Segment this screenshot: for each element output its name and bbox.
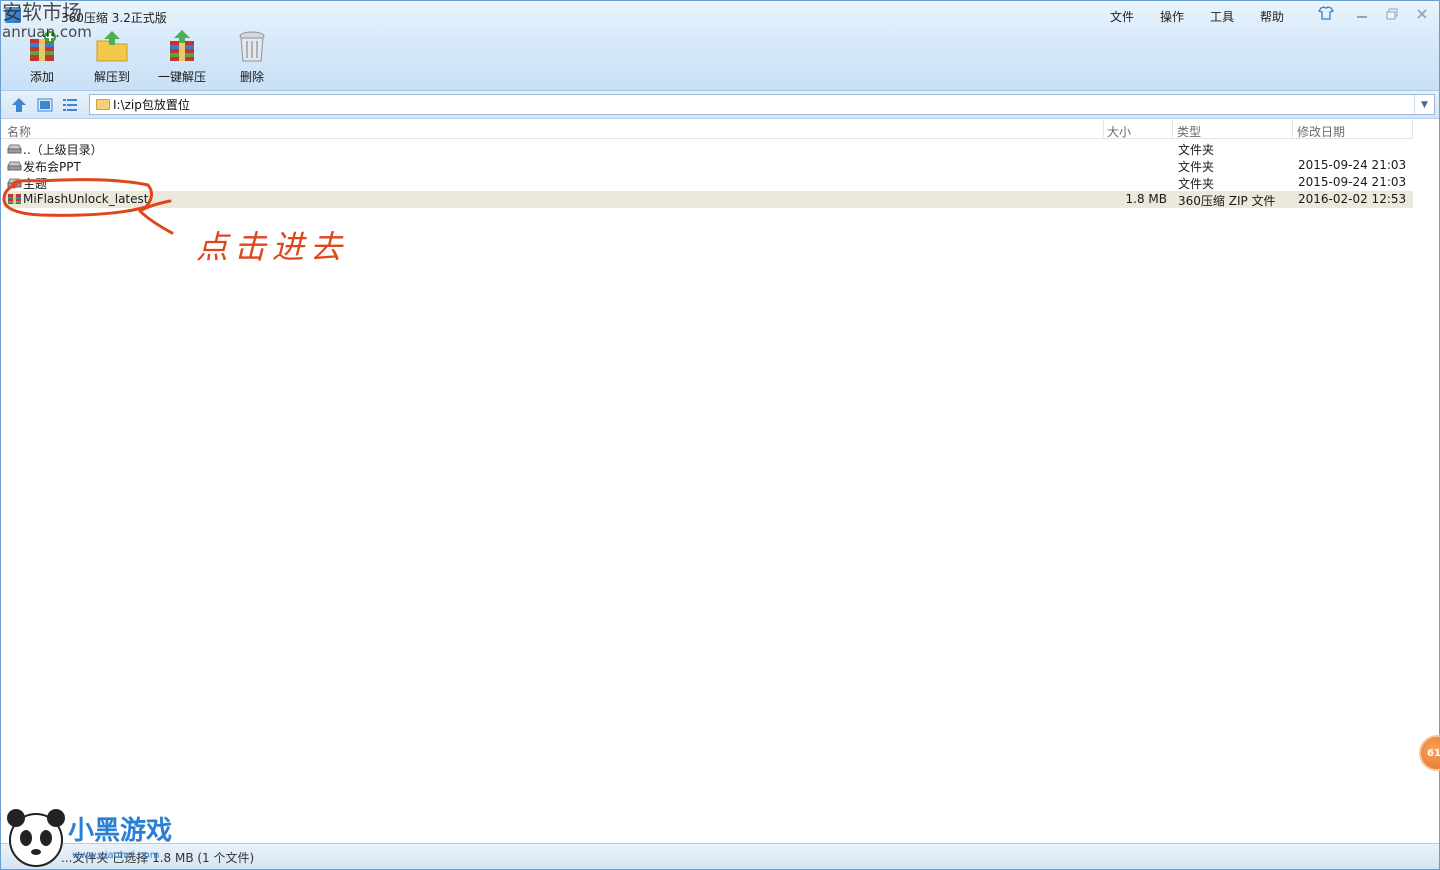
watermark-bottom-logo: 小黑游戏 www.xiaohei.com	[2, 800, 202, 870]
file-name: 发布会PPT	[23, 160, 81, 174]
annotation-circle-arrow	[2, 178, 174, 235]
delete-label: 删除	[239, 70, 264, 84]
chevron-down-icon[interactable]: ▼	[1414, 95, 1434, 114]
list-item-folder[interactable]: 发布会PPT 文件夹 2015-09-24 21:03	[3, 157, 1413, 174]
panda-logo-icon	[7, 809, 65, 867]
minimize-icon[interactable]	[1349, 5, 1375, 23]
menu-tools[interactable]: 工具	[1197, 7, 1247, 26]
address-bar[interactable]: I:\zip包放置位 ▼	[89, 94, 1435, 115]
menu-operate[interactable]: 操作	[1147, 7, 1197, 26]
list-item-zip-file[interactable]: MiFlashUnlock_latest 1.8 MB 360压缩 ZIP 文件…	[3, 191, 1413, 208]
extract-folder-icon	[96, 31, 128, 62]
watermark-bottom-text: 小黑游戏	[68, 816, 173, 846]
view-list-icon[interactable]	[60, 95, 80, 115]
oneclick-extract-icon	[170, 30, 194, 61]
up-arrow-icon[interactable]	[9, 95, 29, 115]
column-header-type[interactable]: 类型	[1177, 123, 1201, 140]
menu-bar: 文件 操作 工具 帮助	[1097, 7, 1297, 26]
close-icon[interactable]	[1409, 5, 1435, 23]
list-item-parent-directory[interactable]: ..（上级目录） 文件夹	[3, 140, 1413, 157]
trash-bin-icon	[239, 31, 265, 62]
restore-icon[interactable]	[1379, 5, 1405, 23]
title-bar: 360压缩 3.2正式版 文件 操作 工具 帮助 添加 解压到 一键解压 删除	[1, 1, 1439, 91]
column-header-name[interactable]: 名称	[7, 123, 31, 140]
extract-to-label: 解压到	[93, 70, 130, 84]
watermark-top-line2: anruan.com	[2, 23, 92, 41]
file-size: 1.8 MB	[1125, 192, 1167, 206]
column-header-date[interactable]: 修改日期	[1297, 123, 1345, 140]
floating-badge[interactable]: 61	[1419, 735, 1440, 771]
status-bar: ...文件夹 已选择 1.8 MB (1 个文件)	[1, 843, 1439, 869]
drive-icon	[7, 161, 22, 171]
address-path: I:\zip包放置位	[113, 98, 190, 112]
watermark-top-line1: 安软市场	[2, 0, 82, 24]
file-name: ..（上级目录）	[23, 143, 103, 157]
menu-help[interactable]: 帮助	[1247, 7, 1297, 26]
watermark-bottom-url: www.xiaohei.com	[72, 850, 160, 861]
watermark-top: 安软市场 anruan.com	[2, 2, 92, 42]
file-type: 文件夹	[1178, 177, 1215, 191]
file-date: 2015-09-24 21:03	[1298, 158, 1407, 172]
oneclick-extract-button[interactable]: 一键解压	[147, 29, 217, 87]
app-window: 360压缩 3.2正式版 文件 操作 工具 帮助 添加 解压到 一键解压 删除 …	[0, 0, 1440, 870]
folder-icon	[96, 99, 110, 110]
skin-icon[interactable]	[1317, 5, 1335, 23]
list-header: 名称 大小 类型 修改日期	[1, 120, 1413, 139]
delete-button[interactable]: 删除	[217, 29, 287, 87]
view-thumbnail-icon[interactable]	[35, 95, 55, 115]
annotation-text: 点击进去	[196, 228, 349, 266]
drive-icon	[7, 144, 22, 154]
list-item-folder[interactable]: 主题 文件夹 2015-09-24 21:03	[3, 174, 1413, 191]
file-date: 2016-02-02 12:53	[1298, 192, 1407, 206]
oneclick-extract-label: 一键解压	[157, 70, 206, 84]
file-date: 2015-09-24 21:03	[1298, 175, 1407, 189]
window-controls	[1349, 5, 1435, 23]
file-type: 文件夹	[1178, 143, 1215, 157]
file-type: 文件夹	[1178, 160, 1215, 174]
menu-file[interactable]: 文件	[1097, 7, 1147, 26]
column-header-size[interactable]: 大小	[1107, 123, 1131, 140]
add-label: 添加	[29, 70, 54, 84]
file-type: 360压缩 ZIP 文件	[1178, 194, 1276, 208]
navigation-bar: I:\zip包放置位 ▼	[1, 91, 1439, 119]
